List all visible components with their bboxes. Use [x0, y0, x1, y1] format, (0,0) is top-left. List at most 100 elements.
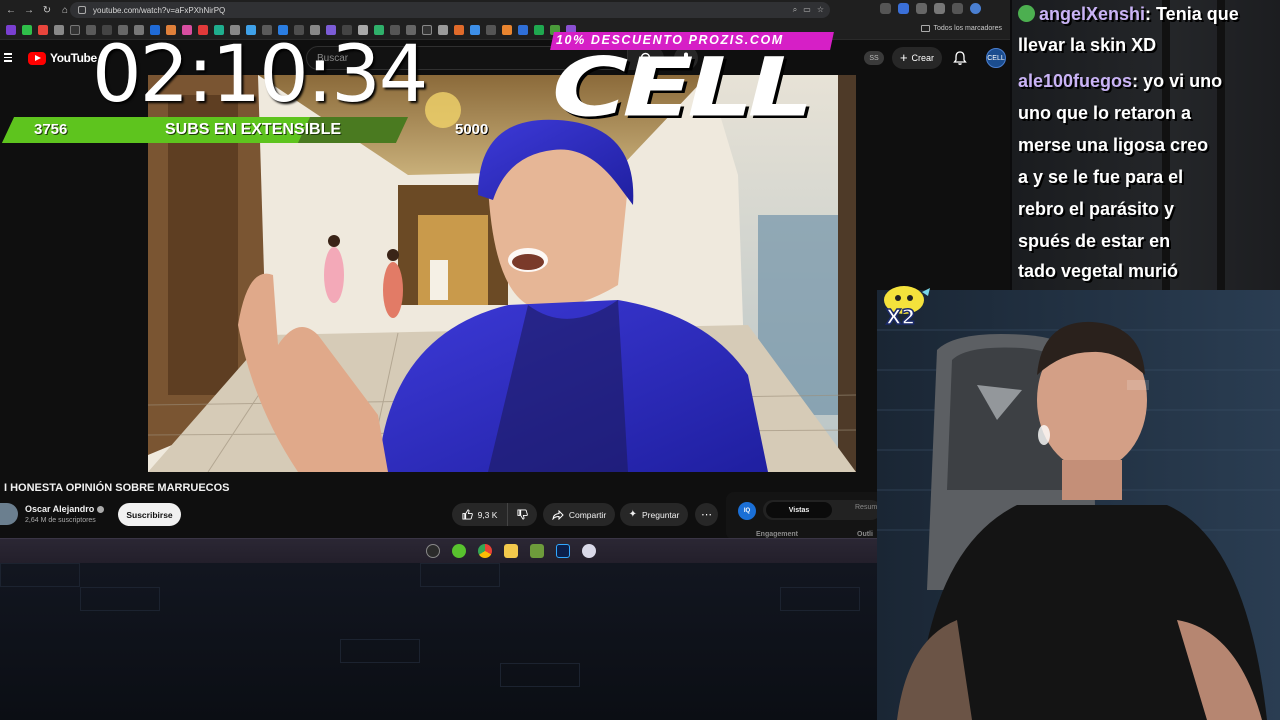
- channel-name-link[interactable]: Oscar Alejandro: [25, 504, 105, 514]
- profile-icon[interactable]: [970, 3, 981, 14]
- plus-icon: +: [899, 50, 908, 65]
- bookmark-icon[interactable]: [470, 24, 480, 35]
- all-bookmarks-folder[interactable]: Todos los marcadores: [920, 25, 1002, 32]
- subscribe-button[interactable]: Suscribirse: [118, 503, 181, 526]
- browser-toolbar: ← → ↻ ⌂ youtube.com/watch?v=aFxPXhNirPQ …: [0, 0, 1010, 20]
- hamburger-menu-icon[interactable]: [4, 53, 12, 62]
- subs-goal-count: 5000: [455, 121, 489, 138]
- ask-button[interactable]: ✦ Preguntar: [620, 503, 688, 526]
- subs-extensible-label: SUBS EN EXTENSIBLE: [165, 121, 342, 138]
- thumbs-up-icon: [462, 509, 473, 520]
- app-icon[interactable]: [452, 544, 466, 558]
- bookmark-icon[interactable]: [534, 24, 544, 35]
- forward-icon[interactable]: →: [22, 3, 36, 17]
- brick-texture: [500, 663, 580, 687]
- webcam-image: [877, 290, 1280, 720]
- brick-texture: [780, 587, 860, 611]
- brick-texture: [420, 563, 500, 587]
- install-icon[interactable]: ▭: [803, 5, 811, 15]
- tab-search-icon[interactable]: [952, 3, 963, 14]
- reload-icon[interactable]: ↻: [40, 3, 54, 17]
- zoom-icon[interactable]: ⌕: [793, 5, 797, 15]
- brick-texture: [80, 587, 160, 611]
- stream-overlay: [0, 563, 877, 720]
- chat-message: llevar la skin XD: [1018, 35, 1156, 56]
- bookmark-icon[interactable]: [38, 24, 48, 35]
- minecraft-icon[interactable]: [530, 544, 544, 558]
- steam-icon[interactable]: [426, 544, 440, 558]
- share-label: Compartir: [568, 509, 607, 520]
- folder-icon: [920, 25, 930, 32]
- chat-text: spués de estar en: [1018, 231, 1171, 251]
- thumbs-down-icon: [517, 509, 528, 520]
- extension-icon[interactable]: [880, 3, 891, 14]
- bookmark-icon[interactable]: [486, 24, 496, 35]
- cage-bar: [1217, 0, 1225, 290]
- address-bar[interactable]: youtube.com/watch?v=aFxPXhNirPQ ⌕ ▭ ☆: [70, 2, 830, 18]
- bookmark-icon[interactable]: [502, 24, 512, 35]
- tab-vistas[interactable]: Vistas: [766, 502, 832, 518]
- sparkle-icon: ✦: [628, 509, 638, 520]
- chat-text: tado vegetal murió: [1018, 261, 1179, 281]
- analytics-tabs: Vistas Resum: [763, 500, 881, 520]
- bookmark-star-icon[interactable]: ☆: [817, 5, 824, 15]
- x2-multiplier-badge: X2: [884, 286, 930, 328]
- channel-subscriber-count: 2,64 M de suscriptores: [25, 517, 96, 524]
- url-text: youtube.com/watch?v=aFxPXhNirPQ: [93, 5, 226, 15]
- chat-text: : yo vi uno: [1132, 71, 1223, 91]
- chat-message: ale100fuegos: yo vi uno: [1018, 71, 1222, 92]
- chat-message: a y se le fue para el: [1018, 167, 1183, 188]
- chat-message: tado vegetal murió: [1018, 261, 1178, 282]
- all-bookmarks-label: Todos los marcadores: [933, 25, 1002, 32]
- like-button[interactable]: 9,3 K: [452, 503, 508, 526]
- analytics-panel: IQ Vistas Resum Engagement Outli: [726, 492, 886, 540]
- chat-message: uno que lo retaron a: [1018, 103, 1191, 124]
- chat-message: merse una ligosa creo: [1018, 135, 1208, 156]
- bookmark-icon[interactable]: [6, 24, 16, 35]
- chat-text: rebro el parásito y: [1018, 199, 1175, 219]
- chat-text: llevar la skin XD: [1018, 35, 1157, 55]
- engagement-heading: Engagement: [756, 531, 799, 538]
- bookmark-icon[interactable]: [22, 24, 32, 35]
- chat-username: ale100fuegos: [1018, 71, 1133, 91]
- cell-brand-logo: CELL: [552, 40, 814, 136]
- youtube-logo[interactable]: YouTube: [28, 51, 97, 65]
- extension-icon[interactable]: [898, 3, 909, 14]
- back-icon[interactable]: ←: [4, 3, 18, 17]
- dislike-button[interactable]: [508, 503, 537, 526]
- notifications-bell-icon[interactable]: [952, 50, 968, 66]
- tab-resumen[interactable]: Resum: [855, 504, 877, 511]
- chrome-icon[interactable]: [478, 544, 492, 558]
- chat-text: a y se le fue para el: [1018, 167, 1184, 187]
- taskbar: [0, 538, 878, 563]
- stream-timer: 02:10:34: [92, 30, 428, 120]
- chat-message: spués de estar en: [1018, 231, 1170, 252]
- like-dislike-group: 9,3 K: [452, 503, 537, 526]
- file-explorer-icon[interactable]: [504, 544, 518, 558]
- bookmark-icon[interactable]: [70, 24, 80, 35]
- channel-avatar[interactable]: [0, 503, 18, 525]
- chat-text: uno que lo retaron a: [1018, 103, 1192, 123]
- chat-message: rebro el parásito y: [1018, 199, 1174, 220]
- photoshop-icon[interactable]: [556, 544, 570, 558]
- ss-badge[interactable]: SS: [864, 51, 884, 65]
- create-button[interactable]: + Crear: [892, 47, 942, 69]
- share-button[interactable]: Compartir: [543, 503, 615, 526]
- bookmark-icon[interactable]: [454, 24, 464, 35]
- analytics-extension-icon[interactable]: IQ: [738, 502, 756, 520]
- more-actions-button[interactable]: ⋯: [695, 503, 718, 526]
- extensions-puzzle-icon[interactable]: [934, 3, 945, 14]
- account-avatar[interactable]: CELL: [986, 48, 1006, 68]
- x2-label: X2: [886, 305, 915, 328]
- stream-chat: angelXenshi: Tenia que llevar la skin XD…: [1012, 0, 1280, 290]
- bookmark-icon[interactable]: [54, 24, 64, 35]
- youtube-logo-text: YouTube: [50, 51, 97, 65]
- verified-icon: [97, 505, 105, 513]
- channel-name: Oscar Alejandro: [25, 504, 95, 514]
- site-info-icon[interactable]: [78, 6, 86, 14]
- chat-message: angelXenshi: Tenia que: [1018, 4, 1239, 25]
- app-icon[interactable]: [582, 544, 596, 558]
- extension-icon[interactable]: [916, 3, 927, 14]
- bookmark-icon[interactable]: [518, 24, 528, 35]
- bookmark-icon[interactable]: [438, 24, 448, 35]
